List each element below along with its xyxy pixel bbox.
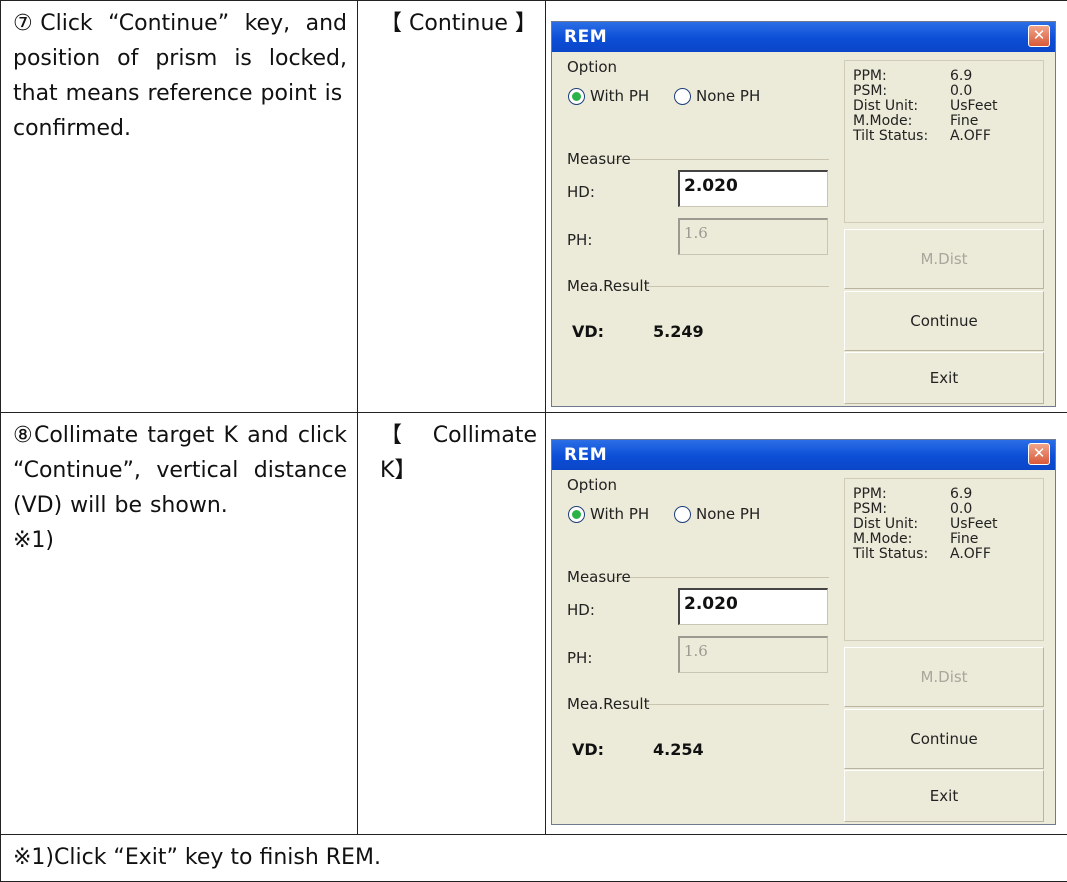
- hd-field[interactable]: 2.020: [678, 588, 828, 625]
- result-group-label: Mea.Result: [567, 277, 649, 295]
- info-key: Dist Unit:: [853, 517, 918, 532]
- group-divider: [614, 577, 829, 578]
- title-bar: REM ✕: [552, 440, 1055, 470]
- ph-field[interactable]: 1.6: [678, 636, 828, 673]
- key-cell: 【 Collimate K】: [358, 413, 546, 835]
- mdist-button[interactable]: M.Dist: [844, 647, 1044, 707]
- hd-field[interactable]: 2.020: [678, 170, 828, 207]
- close-icon: ✕: [1033, 444, 1046, 462]
- step-row-8: ⑧Collimate target K and click “Continue”…: [1, 413, 1067, 835]
- ph-label: PH:: [567, 231, 592, 249]
- step-cell: ⑧Collimate target K and click “Continue”…: [1, 413, 358, 835]
- info-key: M.Mode:: [853, 532, 912, 547]
- group-divider: [647, 704, 829, 705]
- info-value: 0.0: [950, 502, 972, 517]
- step-text-line: confirmed.: [13, 111, 347, 146]
- info-value: A.OFF: [950, 547, 991, 562]
- step-text-line: ⑦Click “Continue” key, and position of p…: [13, 6, 347, 111]
- key-cell: 【 Continue 】: [358, 1, 546, 413]
- dialog-title: REM: [564, 445, 607, 465]
- radio-none-ph[interactable]: [674, 506, 691, 523]
- key-label: 【 Continue 】: [358, 1, 545, 41]
- step-description: ⑧Collimate target K and click “Continue”…: [1, 413, 357, 558]
- continue-button[interactable]: Continue: [844, 709, 1044, 769]
- info-value: 6.9: [950, 69, 972, 84]
- radio-selected-dot: [572, 92, 581, 101]
- close-button[interactable]: ✕: [1028, 443, 1050, 465]
- key-label: 【 Collimate K】: [358, 413, 545, 488]
- info-value: 0.0: [950, 84, 972, 99]
- option-group-label: Option: [567, 476, 617, 494]
- radio-none-ph-label: None PH: [696, 87, 760, 105]
- step-row-7: ⑦Click “Continue” key, and position of p…: [1, 1, 1067, 413]
- rem-dialog: REM ✕ Option With PH None PH Measure HD:…: [551, 439, 1056, 825]
- radio-none-ph-label: None PH: [696, 505, 760, 523]
- rem-dialog: REM ✕ Option With PH None PH Measure HD:…: [551, 21, 1056, 407]
- info-value: 6.9: [950, 487, 972, 502]
- vd-value: 4.254: [653, 740, 704, 759]
- instruction-table: ⑦Click “Continue” key, and position of p…: [0, 0, 1067, 882]
- footnote-text: ※1)Click “Exit” key to finish REM.: [1, 835, 1067, 881]
- mdist-button[interactable]: M.Dist: [844, 229, 1044, 289]
- vd-label: VD:: [572, 740, 604, 759]
- footnote-cell: ※1)Click “Exit” key to finish REM.: [1, 835, 1067, 882]
- radio-with-ph[interactable]: [568, 88, 585, 105]
- ph-value: 1.6: [684, 642, 708, 660]
- info-key: Tilt Status:: [853, 129, 928, 144]
- info-key: Tilt Status:: [853, 547, 928, 562]
- info-value: UsFeet: [950, 99, 998, 114]
- close-button[interactable]: ✕: [1028, 25, 1050, 47]
- info-value: Fine: [950, 532, 978, 547]
- ph-value: 1.6: [684, 224, 708, 242]
- measure-group-label: Measure: [567, 150, 631, 168]
- close-icon: ✕: [1033, 26, 1046, 44]
- hd-label: HD:: [567, 183, 595, 201]
- exit-button[interactable]: Exit: [844, 352, 1044, 404]
- dialog-title: REM: [564, 27, 607, 47]
- hd-label: HD:: [567, 601, 595, 619]
- option-group-label: Option: [567, 58, 617, 76]
- title-bar: REM ✕: [552, 22, 1055, 52]
- hd-value: 2.020: [684, 594, 738, 614]
- result-group-label: Mea.Result: [567, 695, 649, 713]
- ph-label: PH:: [567, 649, 592, 667]
- info-key: M.Mode:: [853, 114, 912, 129]
- info-value: Fine: [950, 114, 978, 129]
- step-text-line: ⑧Collimate target K and click “Continue”…: [13, 418, 347, 523]
- radio-with-ph-label: With PH: [590, 87, 649, 105]
- status-panel: PPM: 6.9 PSM: 0.0 Dist Unit: UsFeet M.Mo…: [844, 60, 1044, 223]
- info-value: UsFeet: [950, 517, 998, 532]
- info-key: PSM:: [853, 502, 887, 517]
- radio-none-ph[interactable]: [674, 88, 691, 105]
- footnote-row: ※1)Click “Exit” key to finish REM.: [1, 835, 1067, 882]
- info-value: A.OFF: [950, 129, 991, 144]
- screen-cell: REM ✕ Option With PH None PH Measure HD:…: [546, 1, 1067, 413]
- info-key: PSM:: [853, 84, 887, 99]
- vd-value: 5.249: [653, 322, 704, 341]
- radio-selected-dot: [572, 510, 581, 519]
- step-text-line: ※1): [13, 523, 347, 558]
- continue-button[interactable]: Continue: [844, 291, 1044, 351]
- info-key: PPM:: [853, 69, 887, 84]
- hd-value: 2.020: [684, 176, 738, 196]
- info-key: PPM:: [853, 487, 887, 502]
- measure-group-label: Measure: [567, 568, 631, 586]
- radio-with-ph[interactable]: [568, 506, 585, 523]
- radio-with-ph-label: With PH: [590, 505, 649, 523]
- screen-cell: REM ✕ Option With PH None PH Measure HD:…: [546, 413, 1067, 835]
- group-divider: [647, 286, 829, 287]
- ph-field[interactable]: 1.6: [678, 218, 828, 255]
- info-key: Dist Unit:: [853, 99, 918, 114]
- exit-button[interactable]: Exit: [844, 770, 1044, 822]
- vd-label: VD:: [572, 322, 604, 341]
- group-divider: [614, 159, 829, 160]
- step-cell: ⑦Click “Continue” key, and position of p…: [1, 1, 358, 413]
- step-description: ⑦Click “Continue” key, and position of p…: [1, 1, 357, 146]
- status-panel: PPM: 6.9 PSM: 0.0 Dist Unit: UsFeet M.Mo…: [844, 478, 1044, 641]
